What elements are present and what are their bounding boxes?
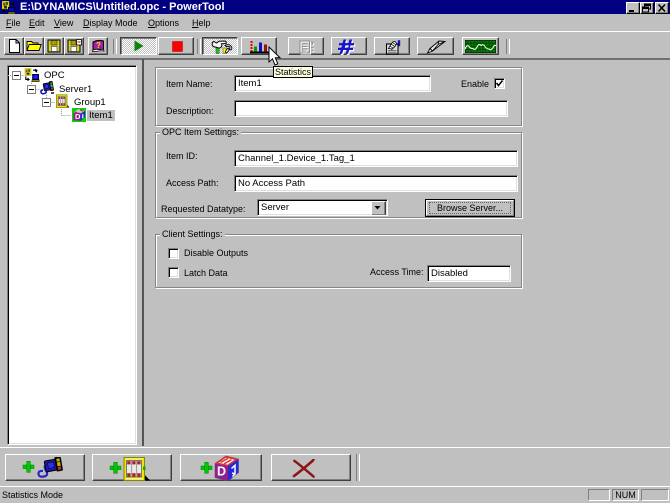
svg-text:?: ?	[96, 41, 101, 50]
svg-text:D: D	[217, 465, 226, 479]
